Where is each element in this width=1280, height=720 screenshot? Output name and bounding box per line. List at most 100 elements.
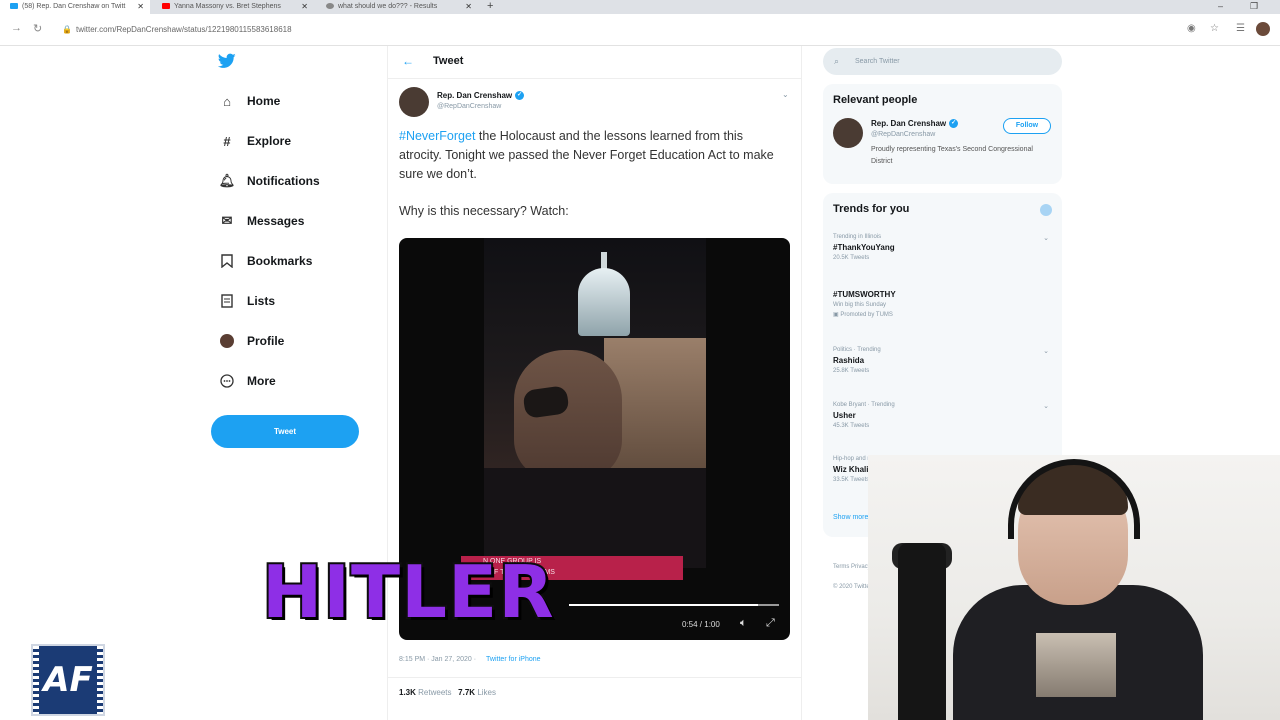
settings-gear-icon[interactable] xyxy=(1040,204,1052,216)
address-bar[interactable]: 🔒 twitter.com/RepDanCrenshaw/status/1221… xyxy=(58,22,1198,38)
trend-name: Rashida xyxy=(833,356,865,365)
trend-item[interactable]: #TUMSWORTHY Win big this Sunday ▣ Promot… xyxy=(833,287,1053,318)
nav-explore[interactable]: # Explore xyxy=(218,129,291,153)
author-avatar[interactable] xyxy=(399,87,429,117)
close-tab-icon[interactable]: ✕ xyxy=(465,0,472,14)
star-icon[interactable]: ☆ xyxy=(1210,23,1219,34)
nav-notifications[interactable]: 🔔︎ Notifications xyxy=(218,169,320,193)
verified-badge-icon: ✓ xyxy=(949,119,959,129)
trend-name: #TUMSWORTHY xyxy=(833,290,896,299)
hashtag-icon: # xyxy=(223,133,231,149)
trend-context: Trending in Illinois xyxy=(833,234,882,240)
tweet-button[interactable]: Tweet xyxy=(211,415,359,448)
relevant-bio: Proudly representing Texas's Second Cong… xyxy=(871,146,1033,165)
retweets-label: Retweets xyxy=(418,688,452,697)
youtube-favicon-icon xyxy=(162,3,170,10)
browser-tab[interactable]: Yanna Massony vs. Bret Stephens ✕ xyxy=(152,0,314,14)
relevant-people-panel: Relevant people Rep. Dan Crenshaw ✓ @RepD… xyxy=(823,84,1062,184)
relevant-name[interactable]: Rep. Dan Crenshaw ✓ xyxy=(871,119,959,129)
browser-toolbar: → ↻ 🔒 twitter.com/RepDanCrenshaw/status/… xyxy=(0,14,1280,46)
chevron-down-icon[interactable]: ⌄ xyxy=(1043,347,1049,355)
back-arrow-icon[interactable]: ← xyxy=(402,54,414,68)
chevron-down-icon[interactable]: ⌄ xyxy=(782,90,789,99)
trend-item[interactable]: Kobe Bryant · Trending Usher 45.3K Tweet… xyxy=(833,402,1053,429)
tab-title: what should we do??? - Results xyxy=(338,3,438,10)
trend-item[interactable]: Politics · Trending Rashida 25.8K Tweets… xyxy=(833,347,1053,374)
relevant-handle[interactable]: @RepDanCrenshaw xyxy=(871,131,935,138)
trend-context: Politics · Trending xyxy=(833,347,881,353)
video-progress-bar[interactable] xyxy=(569,604,779,606)
chevron-down-icon[interactable]: ⌄ xyxy=(1043,402,1049,410)
home-icon: ⌂ xyxy=(223,93,231,109)
twitter-logo-icon[interactable] xyxy=(217,53,236,71)
hoodie-print xyxy=(1036,633,1116,697)
tweet-timestamp[interactable]: 8:15 PM · Jan 27, 2020 · xyxy=(399,656,476,663)
nav-label: Notifications xyxy=(247,174,320,188)
promoted-text: Promoted by TUMS xyxy=(840,312,893,318)
close-tab-icon[interactable]: ✕ xyxy=(137,0,144,14)
close-tab-icon[interactable]: ✕ xyxy=(301,0,308,14)
restore-icon[interactable]: ❐ xyxy=(1250,0,1258,12)
likes-label: Likes xyxy=(477,688,496,697)
volume-icon[interactable]: 🔈︎ xyxy=(740,617,747,630)
profile-avatar[interactable] xyxy=(1256,22,1270,36)
video-progress-fill xyxy=(569,604,758,606)
trend-count: Win big this Sunday xyxy=(833,302,887,308)
nav-home[interactable]: ⌂ Home xyxy=(218,89,280,113)
tab-title: (58) Rep. Dan Crenshaw on Twitt xyxy=(22,3,126,10)
chevron-down-icon[interactable]: ⌄ xyxy=(1043,234,1049,242)
more-icon xyxy=(218,372,236,390)
search-icon: ⌕ xyxy=(834,56,840,66)
nav-label: Lists xyxy=(247,294,276,308)
hashtag-link[interactable]: #NeverForget xyxy=(399,129,475,143)
forward-icon[interactable]: → xyxy=(11,22,22,34)
lock-icon: 🔒 xyxy=(62,25,72,34)
browser-tab[interactable]: what should we do??? - Results ✕ xyxy=(316,0,478,14)
new-tab-icon[interactable]: + xyxy=(487,0,493,12)
search-input[interactable]: ⌕ Search Twitter xyxy=(823,48,1062,75)
screen: (58) Rep. Dan Crenshaw on Twitt ✕ Yanna … xyxy=(0,0,1280,720)
url-text: twitter.com/RepDanCrenshaw/status/122198… xyxy=(76,25,292,34)
nav-profile[interactable]: Profile xyxy=(218,329,284,353)
list-icon xyxy=(218,292,236,310)
retweets-count[interactable]: 1.3K xyxy=(399,688,416,697)
nav-more[interactable]: More xyxy=(218,369,276,393)
minimize-icon[interactable]: – xyxy=(1218,0,1223,12)
tweet-stats: 1.3K Retweets 7.7K Likes xyxy=(399,688,496,697)
nav-label: Explore xyxy=(247,134,292,148)
water-bottle xyxy=(898,543,946,720)
likes-count[interactable]: 7.7K xyxy=(458,688,475,697)
trend-name: Usher xyxy=(833,411,856,420)
search-placeholder: Search Twitter xyxy=(855,58,900,65)
fullscreen-icon[interactable]: ⤢ xyxy=(766,617,775,630)
tweet-meta: 8:15 PM · Jan 27, 2020 · Twitter for iPho… xyxy=(399,656,541,663)
nav-messages[interactable]: ✉ Messages xyxy=(218,209,305,233)
nav-bookmarks[interactable]: Bookmarks xyxy=(218,249,312,273)
envelope-icon: ✉ xyxy=(221,213,233,228)
author-handle[interactable]: @RepDanCrenshaw xyxy=(437,103,501,110)
page-title: Tweet xyxy=(433,55,464,67)
trend-item[interactable]: Trending in Illinois #ThankYouYang 20.5K… xyxy=(833,234,1053,261)
panel-title: Relevant people xyxy=(833,94,918,106)
avatar-icon xyxy=(218,332,236,350)
browser-tab[interactable]: (58) Rep. Dan Crenshaw on Twitt ✕ xyxy=(0,0,150,14)
nav-label: Profile xyxy=(247,334,285,348)
tweet-text-second: Why is this necessary? Watch: xyxy=(399,204,569,218)
bookmark-icon xyxy=(218,252,236,270)
follow-button[interactable]: Follow xyxy=(1003,118,1051,134)
nav-lists[interactable]: Lists xyxy=(218,289,275,313)
extension-icon[interactable]: ◉ xyxy=(1187,23,1196,34)
trend-count: 45.3K Tweets xyxy=(833,423,870,429)
nav-label: More xyxy=(247,374,276,388)
tweet-text: #NeverForget the Holocaust and the lesso… xyxy=(399,127,789,184)
relevant-avatar[interactable] xyxy=(833,118,863,148)
video-frame xyxy=(484,238,706,568)
tweet-source[interactable]: Twitter for iPhone xyxy=(486,656,540,663)
channel-logo: AF xyxy=(31,644,105,716)
author-name[interactable]: Rep. Dan Crenshaw ✓ xyxy=(437,91,525,101)
reload-icon[interactable]: ↻ xyxy=(33,22,42,35)
nav-label: Messages xyxy=(247,214,305,228)
show-more-link[interactable]: Show more xyxy=(833,514,868,521)
reading-list-icon[interactable]: ☰ xyxy=(1236,23,1245,34)
verified-badge-icon: ✓ xyxy=(515,91,525,101)
